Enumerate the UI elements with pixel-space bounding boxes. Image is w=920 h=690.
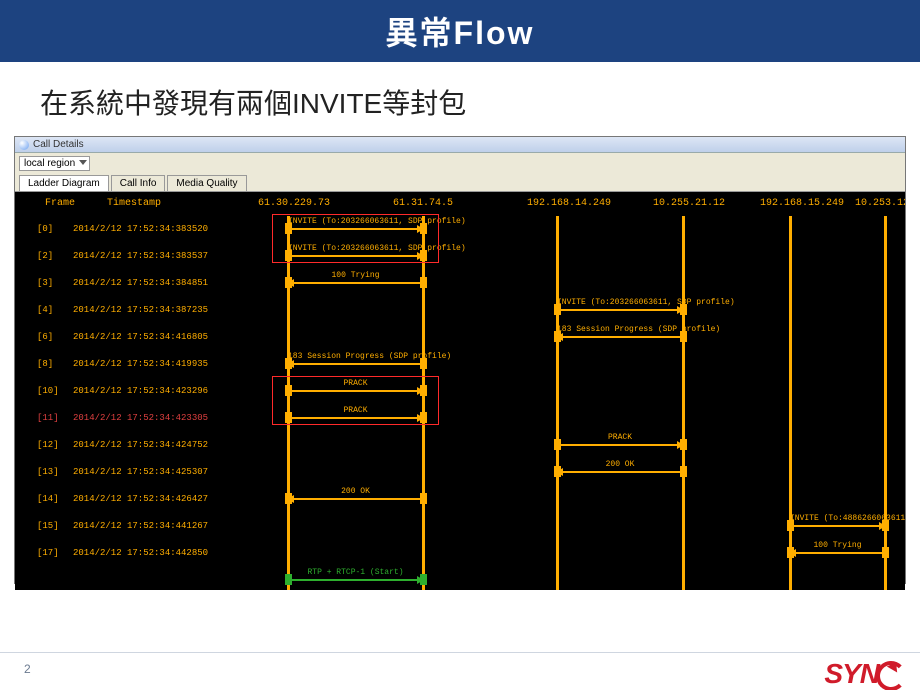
highlight-box	[272, 376, 439, 425]
frame-row: [13]2014/2/12 17:52:34:425307	[37, 467, 235, 477]
message-label: 100 Trying	[790, 541, 885, 550]
host-header: 192.168.15.249	[760, 198, 844, 209]
host-header: 61.30.229.73	[258, 198, 330, 209]
app-icon	[19, 140, 29, 150]
message-label: INVITE (To:4886266063611, SDP pr ofile)	[790, 514, 885, 523]
col-header-frame: Frame	[45, 198, 75, 209]
subheading: 在系統中發現有兩個INVITE等封包	[0, 62, 920, 136]
message-arrow	[557, 471, 683, 473]
host-header: 10.255.21.12	[653, 198, 725, 209]
screenshot-window: Call Details local region Ladder Diagram…	[14, 136, 906, 584]
sync-logo: SYN	[824, 658, 906, 690]
tab-bar: Ladder DiagramCall InfoMedia Quality	[15, 171, 905, 192]
host-header: 192.168.14.249	[527, 198, 611, 209]
lifeline	[884, 216, 887, 590]
lifeline	[682, 216, 685, 590]
frame-row: [4]2014/2/12 17:52:34:387235	[37, 305, 235, 315]
col-header-timestamp: Timestamp	[107, 198, 161, 209]
title-bar: 異常Flow	[0, 0, 920, 62]
message-arrow	[288, 282, 423, 284]
frame-row: [14]2014/2/12 17:52:34:426427	[37, 494, 235, 504]
message-arrow	[557, 309, 683, 311]
message-arrow	[288, 498, 423, 500]
message-arrow	[557, 444, 683, 446]
slide-title: 異常Flow	[386, 8, 535, 54]
lifeline	[556, 216, 559, 590]
region-combo[interactable]: local region	[19, 156, 90, 171]
message-arrow	[288, 579, 423, 581]
message-label: INVITE (To:203266063611, SDP profile)	[557, 298, 683, 307]
message-arrow	[790, 552, 885, 554]
frame-row: [2]2014/2/12 17:52:34:383537	[37, 251, 235, 261]
host-header: 10.253.12.17	[855, 198, 905, 209]
host-header: 61.31.74.5	[393, 198, 453, 209]
frame-row: [8]2014/2/12 17:52:34:419935	[37, 359, 235, 369]
message-label: 100 Trying	[288, 271, 423, 280]
message-label: 183 Session Progress (SDP profile)	[288, 352, 423, 361]
frame-row: [6]2014/2/12 17:52:34:416805	[37, 332, 235, 342]
frame-row: [11]2014/2/12 17:52:34:423305	[37, 413, 235, 423]
message-label: PRACK	[557, 433, 683, 442]
message-label: 183 Session Progress (SDP profile)	[557, 325, 683, 334]
frame-row: [0]2014/2/12 17:52:34:383520	[37, 224, 235, 234]
frame-row: [10]2014/2/12 17:52:34:423296	[37, 386, 235, 396]
frame-row: [15]2014/2/12 17:52:34:441267	[37, 521, 235, 531]
logo-text: SYN	[824, 658, 879, 690]
lifeline	[789, 216, 792, 590]
message-arrow	[557, 336, 683, 338]
message-arrow	[288, 363, 423, 365]
page-number: 2	[24, 662, 31, 676]
frame-row: [3]2014/2/12 17:52:34:384851	[37, 278, 235, 288]
tab-ladder-diagram[interactable]: Ladder Diagram	[19, 175, 109, 191]
ladder-diagram: Frame Timestamp 61.30.229.73 61.31.74.5 19…	[15, 192, 905, 590]
message-label: 200 OK	[288, 487, 423, 496]
message-label: RTP + RTCP-1 (Start)	[288, 568, 423, 577]
tab-call-info[interactable]: Call Info	[111, 175, 166, 191]
tab-media-quality[interactable]: Media Quality	[167, 175, 246, 191]
message-label: 200 OK	[557, 460, 683, 469]
window-title: Call Details	[33, 139, 84, 150]
message-arrow	[790, 525, 885, 527]
frame-row: [17]2014/2/12 17:52:34:442850	[37, 548, 235, 558]
highlight-box	[272, 214, 439, 263]
window-titlebar: Call Details	[15, 137, 905, 153]
frame-row: [12]2014/2/12 17:52:34:424752	[37, 440, 235, 450]
slide-footer: 2 SYN	[0, 632, 920, 690]
logo-arc-icon	[876, 661, 906, 690]
